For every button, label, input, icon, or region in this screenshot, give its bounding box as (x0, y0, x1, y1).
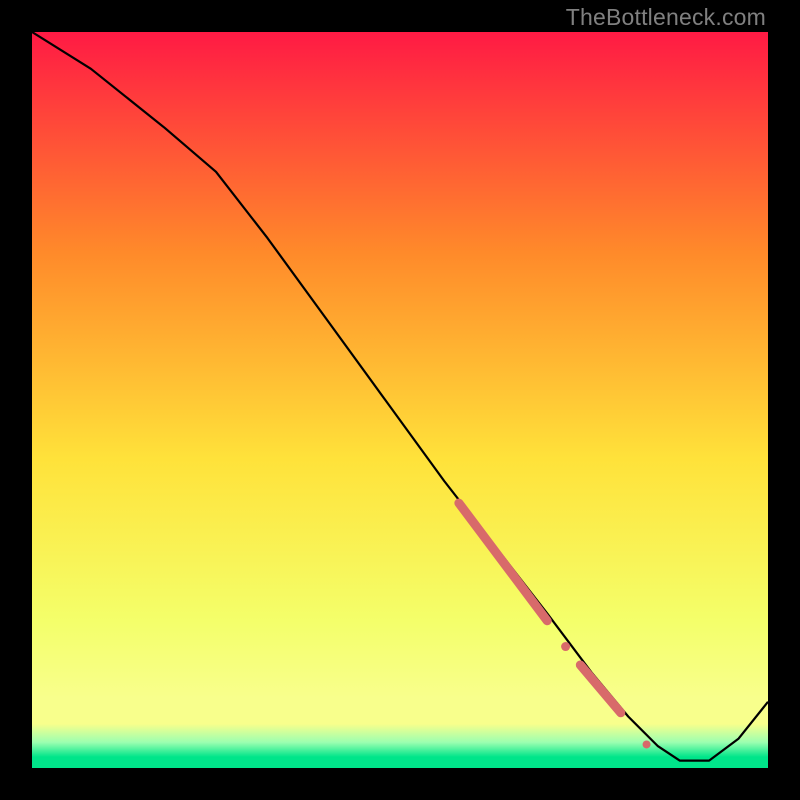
dot-a (561, 642, 570, 651)
segment-b (580, 665, 620, 713)
curve-layer (32, 32, 768, 768)
data-curve (32, 32, 768, 761)
segment-a (459, 503, 547, 621)
marker-group (459, 503, 651, 748)
watermark-label: TheBottleneck.com (566, 4, 766, 31)
dot-b (643, 740, 651, 748)
plot-area (32, 32, 768, 768)
chart-frame: TheBottleneck.com (0, 0, 800, 800)
